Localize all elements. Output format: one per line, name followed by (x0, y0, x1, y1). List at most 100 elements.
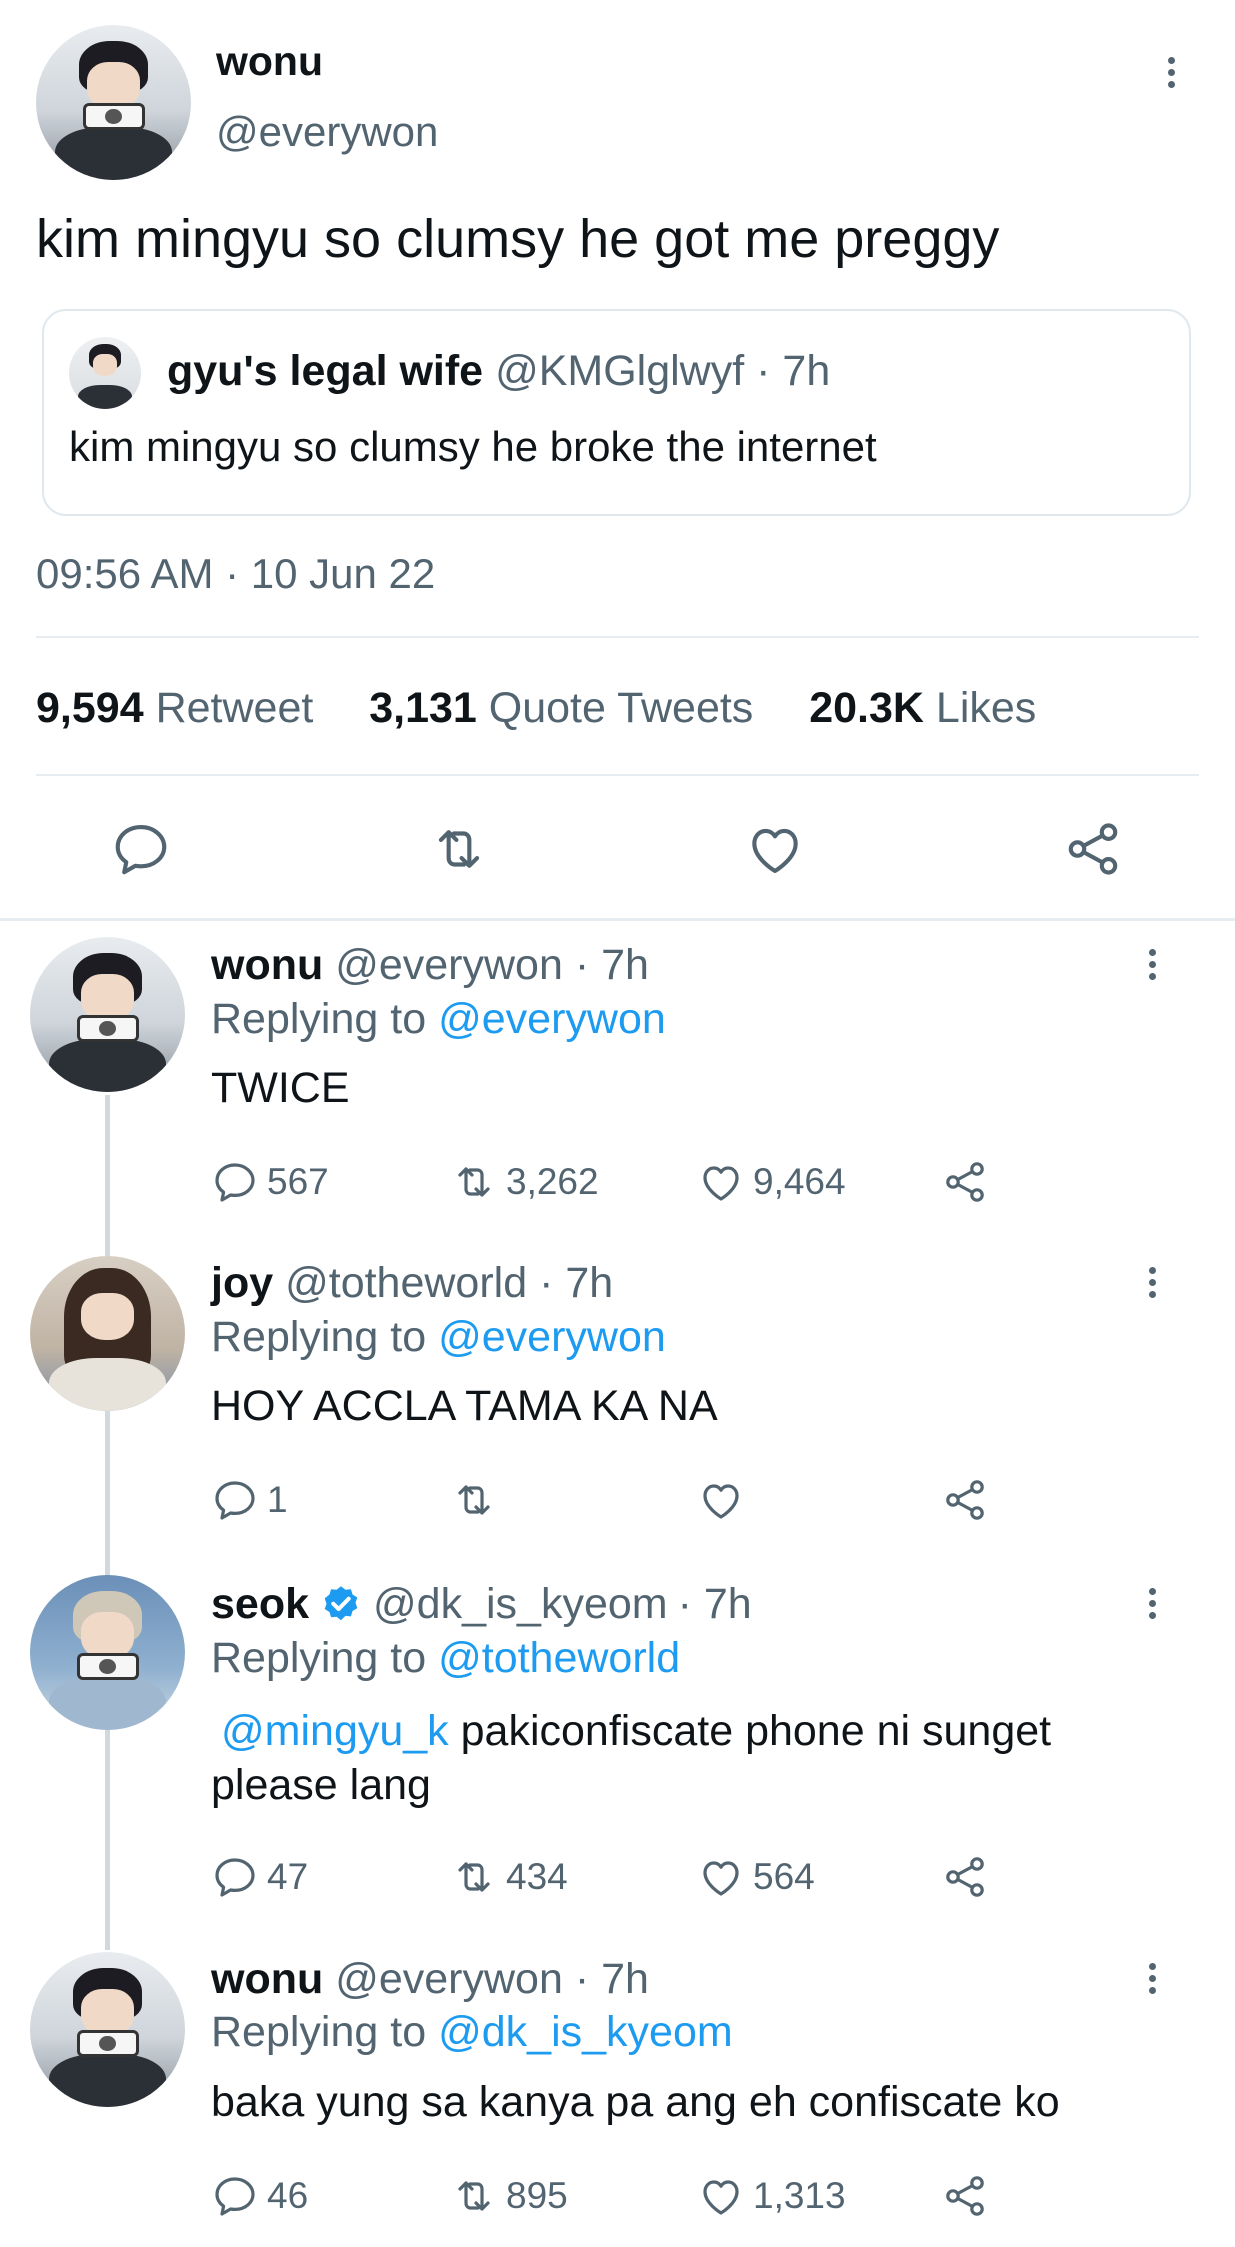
retweet-action[interactable]: 434 (450, 1853, 568, 1901)
tweet-timestamp: 09:56 AM · 10 Jun 22 (36, 550, 436, 597)
retweet-action[interactable]: 895 (450, 2172, 568, 2220)
like-label: Likes (935, 684, 1037, 732)
retweet-action[interactable]: 3,262 (450, 1158, 599, 1206)
retweet-count: 3,262 (506, 1161, 599, 1202)
reply-count: 47 (267, 1856, 309, 1897)
reply-time: · 7h (574, 941, 649, 989)
reply-author-name[interactable]: wonu (211, 941, 323, 989)
quoted-author-handle: @KMGlglwyf (495, 347, 745, 395)
like-icon (744, 818, 806, 880)
section-divider (0, 918, 1235, 921)
more-options-icon[interactable] (1147, 949, 1157, 985)
quoted-avatar (69, 337, 141, 409)
like-button[interactable] (744, 818, 806, 880)
more-options-icon[interactable] (1147, 1588, 1157, 1624)
like-count: 1,313 (753, 2175, 846, 2216)
verified-badge-icon (324, 1585, 358, 1620)
replying-to-link[interactable]: @everywon (438, 1313, 666, 1361)
reply-action[interactable]: 567 (211, 1158, 329, 1206)
more-options-icon[interactable] (1147, 1267, 1157, 1303)
reply-icon (211, 1158, 259, 1206)
quote-count: 3,131 (369, 684, 477, 732)
reply-avatar[interactable] (30, 1256, 185, 1411)
divider (36, 774, 1199, 776)
like-count: 20.3K (809, 684, 924, 732)
like-stat[interactable]: 20.3K Likes (809, 684, 1036, 732)
reply-author-name[interactable]: seok (211, 1580, 309, 1629)
quoted-text: kim mingyu so clumsy he broke the intern… (69, 423, 877, 470)
reply-time: · 7h (539, 1259, 614, 1307)
reply-avatar[interactable] (30, 1952, 185, 2107)
share-action[interactable] (941, 1158, 989, 1206)
reply-time: · 7h (574, 1955, 649, 2003)
retweet-icon (450, 1853, 498, 1901)
thread-line (105, 1095, 110, 1950)
quoted-tweet[interactable]: gyu's legal wife @KMGlglwyf · 7h kim min… (42, 309, 1191, 516)
reply-avatar[interactable] (30, 937, 185, 1092)
reply-author-handle[interactable]: @totheworld (285, 1259, 527, 1307)
reply-time: · 7h (677, 1580, 752, 1628)
replying-to-link[interactable]: @totheworld (438, 1634, 680, 1682)
reply-text: please lang (211, 1761, 431, 1809)
retweet-button[interactable] (428, 818, 490, 880)
share-button[interactable] (1062, 818, 1124, 880)
reply-icon (211, 1853, 259, 1901)
reply-text: baka yung sa kanya pa ang eh confiscate … (211, 2078, 1060, 2126)
mention-link[interactable]: @mingyu_k (221, 1707, 449, 1755)
tweet-text: kim mingyu so clumsy he got me preggy (36, 209, 1000, 269)
replying-to-label: Replying to (211, 2008, 427, 2056)
share-action[interactable] (941, 2172, 989, 2220)
like-action[interactable] (697, 1476, 753, 1524)
quote-label: Quote Tweets (488, 684, 754, 732)
share-action[interactable] (941, 1853, 989, 1901)
reply-count: 46 (267, 2175, 309, 2216)
like-icon (697, 1853, 745, 1901)
more-options-icon[interactable] (1147, 1963, 1157, 1999)
replying-to-link[interactable]: @dk_is_kyeom (438, 2008, 733, 2056)
like-count: 9,464 (753, 1161, 846, 1202)
more-options-icon[interactable] (1166, 57, 1176, 93)
like-action[interactable]: 564 (697, 1853, 815, 1901)
reply-icon (110, 818, 172, 880)
like-icon (697, 1158, 745, 1206)
author-name[interactable]: wonu (216, 38, 323, 85)
quote-stat[interactable]: 3,131 Quote Tweets (369, 684, 753, 732)
like-action[interactable]: 1,313 (697, 2172, 846, 2220)
replying-to-label: Replying to (211, 1313, 427, 1361)
retweet-icon (428, 818, 490, 880)
reply-button[interactable] (110, 818, 172, 880)
retweet-label: Retweet (155, 684, 314, 732)
author-avatar[interactable] (36, 25, 191, 180)
reply-icon (211, 2172, 259, 2220)
retweet-icon (450, 1158, 498, 1206)
reply-author-name[interactable]: joy (211, 1259, 273, 1307)
reply-icon (211, 1476, 259, 1524)
author-handle[interactable]: @everywon (216, 108, 438, 156)
reply-count: 567 (267, 1161, 329, 1202)
reply-text: TWICE (211, 1064, 350, 1112)
reply-author-handle[interactable]: @dk_is_kyeom (373, 1580, 668, 1629)
reply-author-name[interactable]: wonu (211, 1955, 323, 2003)
replying-to-link[interactable]: @everywon (438, 995, 666, 1043)
share-action[interactable] (941, 1476, 989, 1524)
reply-action[interactable]: 46 (211, 2172, 308, 2220)
quoted-time: · 7h (756, 347, 831, 395)
reply-action[interactable]: 1 (211, 1476, 288, 1524)
like-action[interactable]: 9,464 (697, 1158, 846, 1206)
retweet-count: 895 (506, 2175, 568, 2216)
share-icon (1062, 818, 1124, 880)
replying-to-label: Replying to (211, 995, 427, 1043)
reply-avatar[interactable] (30, 1575, 185, 1730)
reply-author-handle[interactable]: @everywon (335, 1955, 563, 2003)
retweet-count: 434 (506, 1856, 568, 1897)
retweet-icon (450, 2172, 498, 2220)
retweet-action[interactable] (450, 1476, 506, 1524)
reply-action[interactable]: 47 (211, 1853, 308, 1901)
reply-author-handle[interactable]: @everywon (335, 941, 563, 989)
retweet-stat[interactable]: 9,594 Retweet (36, 684, 313, 732)
quoted-author-name: gyu's legal wife (167, 347, 484, 395)
reply-text: pakiconfiscate phone ni sunget (448, 1707, 1052, 1755)
like-icon (697, 2172, 745, 2220)
engagement-stats: 9,594 Retweet 3,131 Quote Tweets 20.3K L… (36, 684, 1036, 733)
like-icon (697, 1476, 745, 1524)
